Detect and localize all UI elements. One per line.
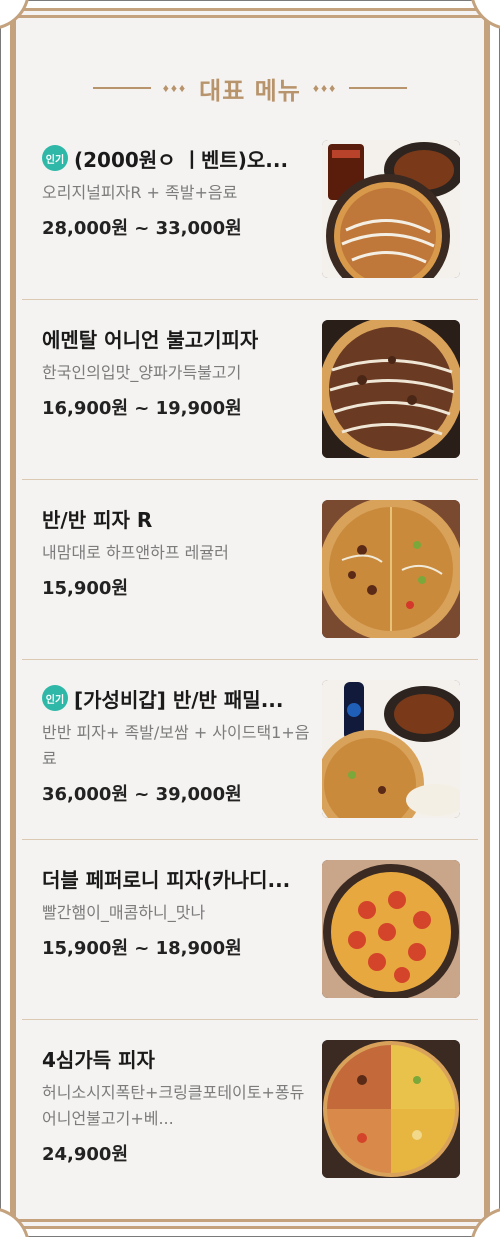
section-header: ♦♦♦ 대표 메뉴 ♦♦♦ bbox=[16, 58, 484, 118]
menu-item-name: 에멘탈 어니언 불고기피자 bbox=[42, 327, 259, 352]
menu-item-price: 15,900원 bbox=[42, 578, 129, 599]
top-ornament-bar bbox=[14, 8, 486, 18]
menu-item-name-row: 에멘탈 어니언 불고기피자 bbox=[42, 322, 312, 354]
menu-item-name: [가성비갑] 반/반 패밀... bbox=[74, 687, 284, 712]
menu-item-desc: 한국인의입맛_양파가득불고기 bbox=[42, 363, 242, 382]
menu-item[interactable]: 반/반 피자 R 내맘대로 하프앤하프 레귤러 15,900원 bbox=[22, 480, 478, 660]
menu-item-text: 더블 페퍼로니 피자(카나디... 빨간햄이_매콤하니_맛나 15,900원 ~… bbox=[42, 862, 312, 960]
menu-item-desc: 반반 피자+ 족발/보쌈 + 사이드택1+음료 bbox=[42, 723, 310, 768]
menu-item-text: 에멘탈 어니언 불고기피자 한국인의입맛_양파가득불고기 16,900원 ~ 1… bbox=[42, 322, 312, 420]
menu-item-name-row: 반/반 피자 R bbox=[42, 502, 312, 534]
bulgogi-pizza-image bbox=[322, 320, 460, 458]
menu-item[interactable]: 더블 페퍼로니 피자(카나디... 빨간햄이_매콤하니_맛나 15,900원 ~… bbox=[22, 840, 478, 1020]
diamond-icon: ♦♦♦ bbox=[162, 81, 188, 95]
menu-item-desc: 내맘대로 하프앤하프 레귤러 bbox=[42, 543, 229, 562]
menu-item-desc: 허니소시지폭탄+크링클포테이토+퐁듀어니언불고기+베... bbox=[42, 1083, 305, 1128]
menu-item-text: 인기 [가성비갑] 반/반 패밀... 반반 피자+ 족발/보쌈 + 사이드택1… bbox=[42, 682, 312, 806]
section-title: 대표 메뉴 bbox=[199, 76, 301, 105]
menu-item-name-row: 더블 페퍼로니 피자(카나디... bbox=[42, 862, 312, 894]
menu-item-price: 15,900원 ~ 18,900원 bbox=[42, 938, 242, 959]
popular-badge: 인기 bbox=[42, 685, 68, 711]
menu-item-text: 인기 (2000원ㅇ ㅣ벤트)오... 오리지널피자R + 족발+음료 28,0… bbox=[42, 142, 312, 240]
popular-badge: 인기 bbox=[42, 145, 68, 171]
menu-item-name-row: 4심가득 피자 bbox=[42, 1042, 312, 1074]
menu-item-desc: 오리지널피자R + 족발+음료 bbox=[42, 183, 238, 202]
menu-item-price: 16,900원 ~ 19,900원 bbox=[42, 398, 242, 419]
half-half-pizza-image bbox=[322, 500, 460, 638]
menu-list: 인기 (2000원ㅇ ㅣ벤트)오... 오리지널피자R + 족발+음료 28,0… bbox=[22, 120, 478, 1200]
pizza-combo-image bbox=[322, 140, 460, 278]
menu-item[interactable]: 4심가득 피자 허니소시지폭탄+크링클포테이토+퐁듀어니언불고기+베... 24… bbox=[22, 1020, 478, 1200]
menu-item[interactable]: 인기 (2000원ㅇ ㅣ벤트)오... 오리지널피자R + 족발+음료 28,0… bbox=[22, 120, 478, 300]
menu-item-price: 24,900원 bbox=[42, 1144, 129, 1165]
menu-item-text: 반/반 피자 R 내맘대로 하프앤하프 레귤러 15,900원 bbox=[42, 502, 312, 600]
menu-item-desc: 빨간햄이_매콤하니_맛나 bbox=[42, 903, 206, 922]
menu-item-name-row: 인기 (2000원ㅇ ㅣ벤트)오... bbox=[42, 142, 312, 174]
header-right-line bbox=[349, 87, 408, 89]
header-left-line bbox=[92, 87, 151, 89]
menu-item-name: (2000원ㅇ ㅣ벤트)오... bbox=[74, 147, 289, 172]
menu-item-name: 반/반 피자 R bbox=[42, 507, 153, 532]
menu-item-price: 28,000원 ~ 33,000원 bbox=[42, 218, 242, 239]
menu-item[interactable]: 에멘탈 어니언 불고기피자 한국인의입맛_양파가득불고기 16,900원 ~ 1… bbox=[22, 300, 478, 480]
pepperoni-pizza-image bbox=[322, 860, 460, 998]
menu-item-name: 더블 페퍼로니 피자(카나디... bbox=[42, 867, 291, 892]
menu-item-price: 36,000원 ~ 39,000원 bbox=[42, 784, 242, 805]
menu-item[interactable]: 인기 [가성비갑] 반/반 패밀... 반반 피자+ 족발/보쌈 + 사이드택1… bbox=[22, 660, 478, 840]
menu-item-name-row: 인기 [가성비갑] 반/반 패밀... bbox=[42, 682, 312, 714]
menu-item-name: 4심가득 피자 bbox=[42, 1047, 155, 1072]
bottom-ornament-bar bbox=[14, 1219, 486, 1229]
menu-item-text: 4심가득 피자 허니소시지폭탄+크링클포테이토+퐁듀어니언불고기+베... 24… bbox=[42, 1042, 312, 1166]
four-topping-pizza-image bbox=[322, 1040, 460, 1178]
family-combo-image bbox=[322, 680, 460, 818]
diamond-icon: ♦♦♦ bbox=[312, 81, 338, 95]
